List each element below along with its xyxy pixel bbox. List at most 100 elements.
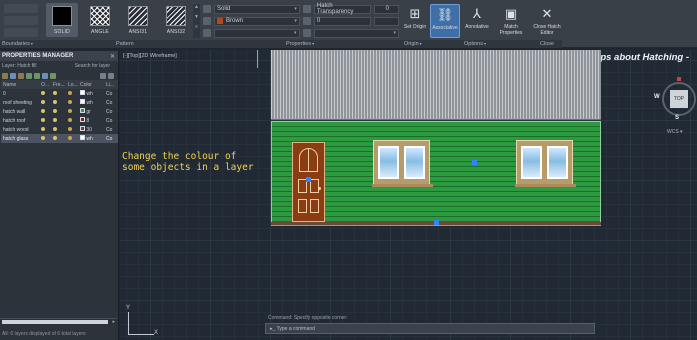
layer-freeze-toggle[interactable]: [51, 98, 66, 107]
column-freeze[interactable]: Fre...: [51, 80, 66, 89]
layer-linetype[interactable]: Co: [104, 89, 118, 98]
roof-hatch[interactable]: [271, 50, 601, 120]
panel-title-properties[interactable]: Properties▾: [286, 41, 314, 47]
pattern-gallery-scroll[interactable]: ▲ ▼ ≡: [193, 4, 200, 38]
layer-freeze-toggle[interactable]: [51, 134, 66, 143]
viewport-controls[interactable]: [-][Top][2D Wireframe]: [123, 53, 177, 59]
command-line-input[interactable]: ▸_ Type a command: [265, 323, 595, 334]
column-color[interactable]: Color: [78, 80, 104, 89]
table-row[interactable]: hatch wall gr Co: [1, 107, 118, 116]
pattern-ansi31[interactable]: ANSI31: [122, 3, 154, 37]
chevron-right-icon[interactable]: ▸: [112, 319, 115, 325]
layer-on-toggle[interactable]: [39, 134, 51, 143]
layer-linetype[interactable]: Co: [104, 98, 118, 107]
set-origin-button[interactable]: ⊞ Set Origin: [402, 4, 428, 38]
delete-layer-icon[interactable]: [42, 72, 48, 79]
filter-icon[interactable]: [2, 72, 8, 79]
layer-freeze-toggle[interactable]: [51, 125, 66, 134]
layer-freeze-toggle[interactable]: [51, 89, 66, 98]
compass-south-label[interactable]: S: [675, 115, 679, 121]
panel-title-origin[interactable]: Origin▾: [404, 41, 422, 47]
layer-search-input[interactable]: Search for layer: [75, 63, 110, 69]
hatch-transparency-field[interactable]: Hatch Transparency: [313, 3, 371, 15]
layer-lock-toggle[interactable]: [66, 89, 78, 98]
hatch-type-select[interactable]: Solid ▾: [214, 4, 300, 14]
pick-points-button[interactable]: [4, 4, 38, 13]
close-hatch-editor-button[interactable]: ✕ Close Hatch Editor: [532, 4, 562, 38]
background-color-select[interactable]: ▾: [214, 28, 300, 38]
window-glass-hatch[interactable]: [547, 146, 568, 179]
layer-lock-toggle[interactable]: [66, 134, 78, 143]
view-cube[interactable]: TOP W S WCS ▾: [654, 77, 697, 135]
layer-linetype[interactable]: Co: [104, 125, 118, 134]
layer-lock-toggle[interactable]: [66, 98, 78, 107]
window-left[interactable]: [372, 140, 433, 187]
layer-color-cell[interactable]: wh: [78, 89, 104, 98]
layer-freeze-toggle[interactable]: [51, 107, 66, 116]
select-boundary-button[interactable]: [4, 16, 38, 25]
expand-gallery-icon[interactable]: ≡: [193, 24, 200, 34]
layer-on-toggle[interactable]: [39, 116, 51, 125]
drawing-canvas[interactable]: [-][Top][2D Wireframe] Fast tips about H…: [120, 50, 697, 340]
remove-boundary-button[interactable]: [4, 28, 38, 37]
pattern-solid[interactable]: SOLID: [46, 3, 78, 37]
panel-title-boundaries[interactable]: Boundaries▾: [2, 41, 33, 47]
window-glass-hatch[interactable]: [378, 146, 399, 179]
layer-color-cell[interactable]: 8: [78, 116, 104, 125]
set-current-icon[interactable]: [50, 72, 56, 79]
new-vp-frozen-layer-icon[interactable]: [34, 72, 40, 79]
match-properties-button[interactable]: ▣ Match Properties: [496, 4, 526, 38]
layer-lock-toggle[interactable]: [66, 116, 78, 125]
column-name[interactable]: Name: [1, 80, 39, 89]
column-linetype[interactable]: Li...: [104, 80, 118, 89]
hatch-scale-field[interactable]: ▾: [313, 28, 399, 38]
hatch-color-select[interactable]: Brown ▾: [214, 16, 300, 26]
panel-title-options[interactable]: Options▾: [464, 41, 486, 47]
annotative-button[interactable]: ⅄ Annotative: [462, 4, 492, 38]
layer-on-toggle[interactable]: [39, 98, 51, 107]
selection-grip[interactable]: [434, 220, 439, 225]
selection-grip[interactable]: [472, 160, 477, 165]
column-on[interactable]: O...: [39, 80, 51, 89]
refresh-icon[interactable]: [100, 72, 106, 79]
settings-icon[interactable]: [108, 72, 114, 79]
associative-button[interactable]: ⛓ Associative: [430, 4, 460, 38]
close-icon[interactable]: ✕: [110, 53, 115, 60]
window-glass-hatch[interactable]: [404, 146, 425, 179]
compass-west-label[interactable]: W: [654, 94, 660, 100]
view-cube-top-face[interactable]: TOP: [670, 90, 688, 108]
table-row[interactable]: hatch wood 30 Co: [1, 125, 118, 134]
group-filter-icon[interactable]: [10, 72, 16, 79]
layer-lock-toggle[interactable]: [66, 107, 78, 116]
wcs-menu[interactable]: WCS ▾: [667, 129, 683, 135]
layer-linetype[interactable]: Co: [104, 116, 118, 125]
selection-grip[interactable]: [306, 177, 311, 182]
layer-linetype[interactable]: Co: [104, 107, 118, 116]
horizontal-scrollbar[interactable]: ▸: [0, 318, 117, 325]
layer-on-toggle[interactable]: [39, 125, 51, 134]
layer-color-cell[interactable]: wh: [78, 134, 104, 143]
layer-color-cell[interactable]: gr: [78, 107, 104, 116]
layer-on-toggle[interactable]: [39, 107, 51, 116]
pattern-angle[interactable]: ANGLE: [84, 3, 116, 37]
pattern-ansi32[interactable]: ANSI32: [160, 3, 192, 37]
table-row[interactable]: hatch glass wh Co: [1, 134, 118, 143]
hatch-angle-field[interactable]: 0: [313, 16, 371, 26]
angle-spinner[interactable]: [373, 16, 400, 26]
table-row[interactable]: hatch roof 8 Co: [1, 116, 118, 125]
scroll-up-icon[interactable]: ▲: [193, 4, 200, 14]
layer-on-toggle[interactable]: [39, 89, 51, 98]
palette-title-bar[interactable]: PROPERTIES MANAGER ✕: [0, 51, 118, 61]
layer-lock-toggle[interactable]: [66, 125, 78, 134]
window-glass-hatch[interactable]: [521, 146, 542, 179]
scroll-down-icon[interactable]: ▼: [193, 14, 200, 24]
new-layer-icon[interactable]: [26, 72, 32, 79]
column-lock[interactable]: Lo...: [66, 80, 78, 89]
layer-freeze-toggle[interactable]: [51, 116, 66, 125]
layer-color-cell[interactable]: wh: [78, 98, 104, 107]
layer-linetype[interactable]: Co: [104, 134, 118, 143]
table-row[interactable]: 0 wh Co: [1, 89, 118, 98]
door-hatch[interactable]: [292, 142, 325, 222]
transparency-value-input[interactable]: 0: [373, 4, 400, 14]
table-row[interactable]: roof sheeting wh Co: [1, 98, 118, 107]
